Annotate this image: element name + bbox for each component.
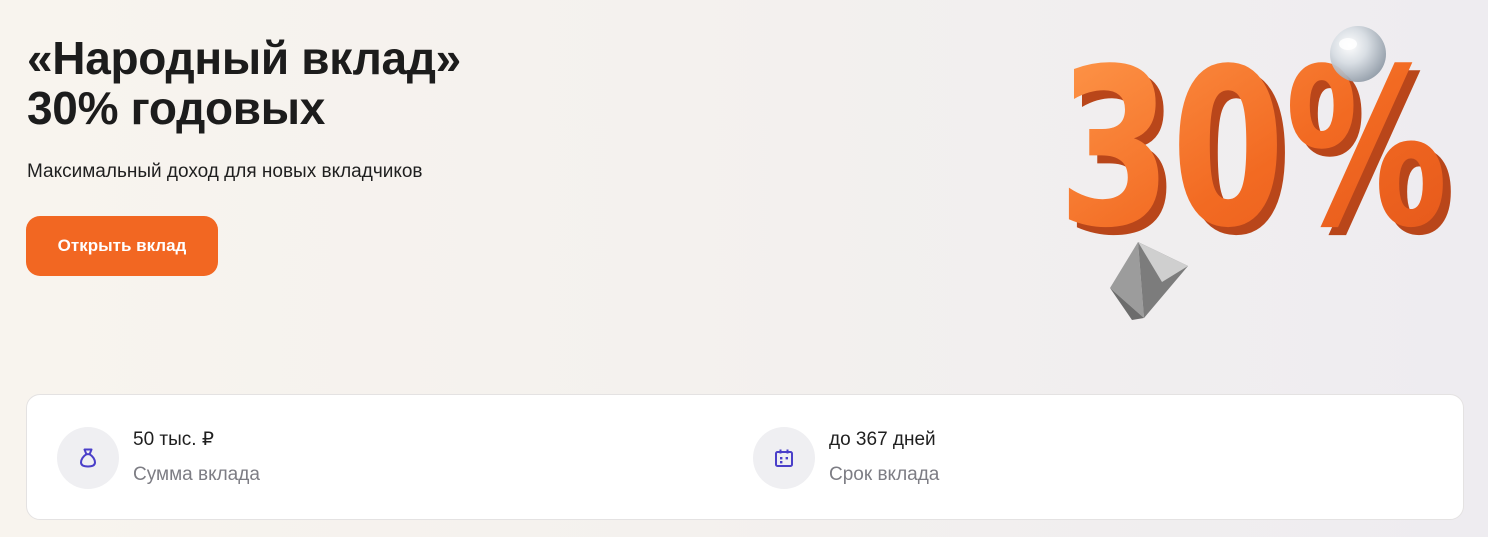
calendar-icon (775, 449, 793, 467)
title-line-rate: 30% годовых (27, 82, 326, 134)
deposit-info-card: 50 тыс. ₽ Сумма вклада до 367 дней Срок … (26, 394, 1464, 520)
money-bag-icon (80, 448, 96, 468)
open-deposit-button[interactable]: Открыть вклад (26, 216, 218, 276)
title-line-deposit-name: «Народный вклад» (27, 32, 461, 84)
promo-illustration: 30% 30% (1058, 23, 1456, 320)
icon-circle (753, 427, 815, 489)
icon-circle (57, 427, 119, 489)
promo-30-percent-graphic: 30% 30% (1040, 20, 1480, 340)
deposit-term-value: до 367 дней (829, 429, 936, 450)
hero-subtitle: Максимальный доход для новых вкладчиков (27, 161, 423, 182)
glass-sphere-icon (1330, 26, 1386, 82)
deposit-amount-value: 50 тыс. ₽ (133, 429, 214, 450)
promo-text: 30% (1058, 23, 1448, 276)
deposit-term-label: Срок вклада (829, 464, 940, 485)
deposit-amount-label: Сумма вклада (133, 464, 260, 485)
page-title: «Народный вклад» 30% годовых (27, 33, 461, 133)
